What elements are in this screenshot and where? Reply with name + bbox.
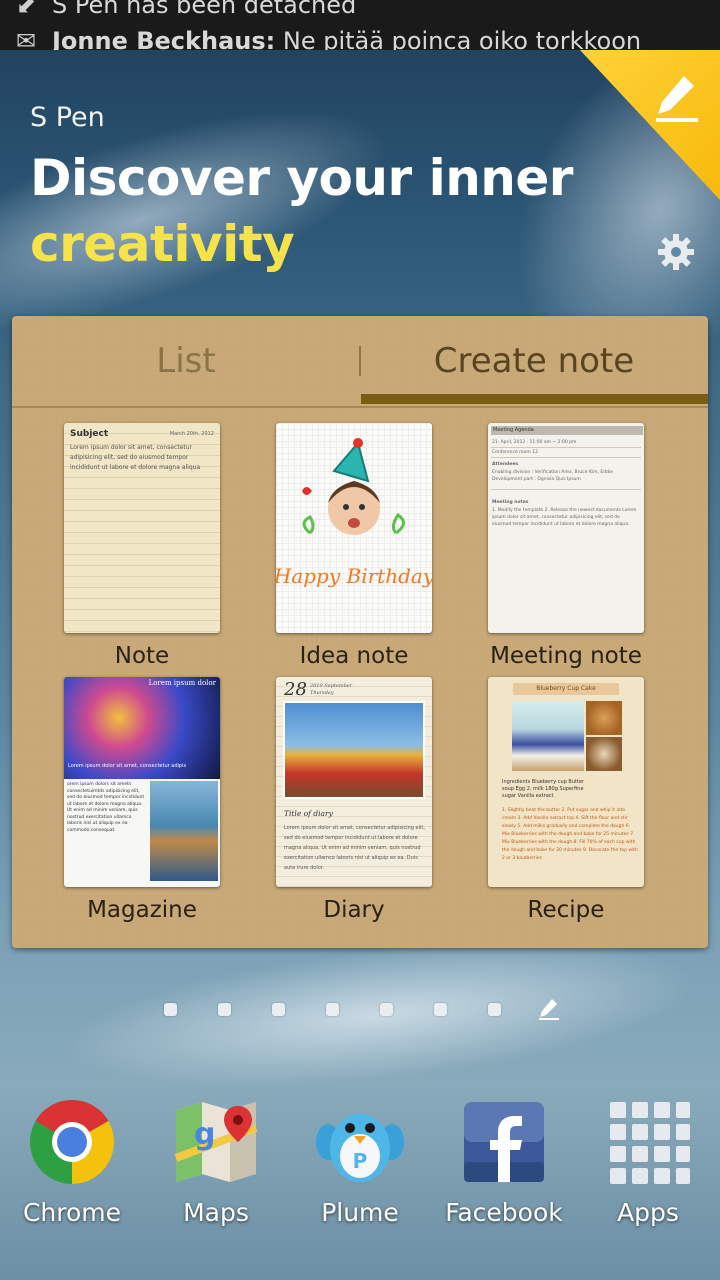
page-indicator-dot[interactable] (164, 1003, 177, 1016)
page-indicator-dot[interactable] (434, 1003, 447, 1016)
dock-label: Apps (617, 1198, 679, 1227)
headline-accent: creativity (30, 215, 295, 273)
thumb-text: Attendees (492, 462, 519, 467)
thumb-text: Happy Birthday (276, 564, 432, 588)
spen-detach-icon: ⬋ (16, 0, 37, 19)
tab-selected-indicator (361, 394, 708, 404)
notification-text: Ne pitää poinca oiko torkkoon (282, 27, 642, 50)
template-idea-note-thumbnail[interactable]: Happy Birthday (276, 423, 432, 633)
page-indicator-dot[interactable] (218, 1003, 231, 1016)
thumb-text: March 20th, 2012 (169, 431, 214, 437)
facebook-icon (464, 1102, 544, 1182)
plume-icon: P (316, 1114, 404, 1182)
pen-icon[interactable] (654, 72, 702, 124)
template-meeting-note-thumbnail[interactable]: Meeting Agenda 21. April, 2012 · 11:00 a… (488, 423, 644, 633)
gear-icon[interactable] (656, 232, 696, 272)
widget-label: S Pen (30, 102, 105, 133)
apps-grid-icon (610, 1102, 690, 1184)
thumb-text: Lorem ipsum dolor (148, 679, 216, 687)
page-indicator-pen-icon[interactable] (538, 997, 560, 1021)
template-recipe-thumbnail[interactable]: Blueberry Cup Cake Ingredients Blueberry… (488, 677, 644, 887)
thumb-text: 1. Modify the template 2. Release the ne… (492, 508, 637, 527)
template-label[interactable]: Magazine (32, 897, 252, 923)
tab-list[interactable]: List (12, 316, 360, 406)
spen-widget-panel: List Create note Subject March 20th, 201… (12, 316, 708, 948)
notification-ticker-row: ⬋ S Pen has been detached (16, 0, 356, 20)
template-label[interactable]: Note (32, 643, 252, 669)
dock-label: Maps (183, 1198, 249, 1227)
template-note-thumbnail[interactable]: Subject March 20th, 2012 Lorem ipsum dol… (64, 423, 220, 633)
dock-label: Facebook (445, 1198, 563, 1227)
template-label[interactable]: Recipe (456, 897, 676, 923)
magazine-inset-photo (150, 781, 218, 881)
svg-text:P: P (353, 1149, 368, 1173)
recipe-photo (586, 701, 622, 735)
template-magazine-thumbnail[interactable]: Lorem ipsum dolor Lorem ipsum dolor sit … (64, 677, 220, 887)
template-diary-thumbnail[interactable]: 28 2010 September Thursday Title of diary… (276, 677, 432, 887)
thumb-rule (491, 489, 641, 490)
thumb-text: 2010 September Thursday (310, 683, 352, 697)
chrome-icon (30, 1100, 115, 1184)
widget-headline: Discover your inner creativity (30, 145, 573, 277)
thumb-text: Title of diary (284, 809, 333, 818)
recipe-photo (586, 737, 622, 771)
thumb-text: Subject (70, 429, 109, 439)
thumb-rule (491, 457, 641, 458)
thumb-text: 28 (284, 679, 307, 700)
thumb-text: Blueberry Cup Cake (513, 683, 619, 695)
status-bar[interactable]: ⬋ S Pen has been detached ✉ Jonne Beckhaus… (0, 0, 720, 50)
thumb-text: 21. April, 2012 · 11:00 am ~ 2:00 pm (492, 440, 577, 445)
page-indicator-dot[interactable] (380, 1003, 393, 1016)
maps-icon: g (174, 1102, 258, 1182)
notification-text: S Pen has been detached (52, 0, 357, 19)
diary-photo (283, 701, 425, 799)
email-icon: ✉ (16, 27, 37, 50)
thumb-text: Lorem ipsum dolor sit amet, consectetur … (284, 825, 425, 871)
page-indicator-dot[interactable] (272, 1003, 285, 1016)
thumb-rule (491, 447, 641, 448)
thumb-text: 11:00 am ~ 2:00 pm (529, 440, 577, 445)
page-indicator-dot[interactable] (326, 1003, 339, 1016)
thumb-text: Lorem ipsum dolor sit amet, consectetur … (70, 444, 201, 471)
thumb-text: Ingredients Blueberry cup Butter soup Eg… (502, 779, 585, 799)
template-label[interactable]: Diary (244, 897, 464, 923)
headline-line: Discover your inner (30, 149, 573, 207)
page-indicator-dot[interactable] (488, 1003, 501, 1016)
notification-ticker-row: ✉ Jonne Beckhaus: Ne pitää poinca oiko to… (16, 26, 641, 50)
template-label[interactable]: Meeting note (456, 643, 676, 669)
template-label[interactable]: Idea note (244, 643, 464, 669)
thumb-text: Thursday (310, 690, 334, 696)
thumb-text: Meeting Agenda (491, 426, 643, 435)
dock-label: Chrome (22, 1198, 122, 1227)
recipe-photo (512, 701, 584, 771)
thumb-text: 2010 September (310, 683, 353, 689)
thumb-text: 21. April, 2012 (492, 440, 526, 445)
widget-tabs: List Create note (12, 316, 708, 408)
thumb-text: Conference room 12 (492, 450, 538, 455)
tab-create-note[interactable]: Create note (360, 316, 708, 406)
birthday-drawing: Happy Birthday (276, 438, 432, 588)
thumb-text: Meeting notes (492, 500, 529, 505)
svg-text:g: g (194, 1117, 215, 1152)
thumb-text: orem ipsum dolors sit amets consectetuim… (67, 782, 145, 833)
thumb-text: Enabling division : Verification Area, B… (492, 470, 613, 482)
thumb-text: 1. Slightly beat the butter 2. Put sugar… (502, 808, 638, 861)
thumb-text: Lorem ipsum dolor sit amet, consectetur … (68, 763, 187, 769)
dock-label: Plume (321, 1198, 399, 1227)
notification-sender: Jonne Beckhaus: (52, 27, 276, 50)
